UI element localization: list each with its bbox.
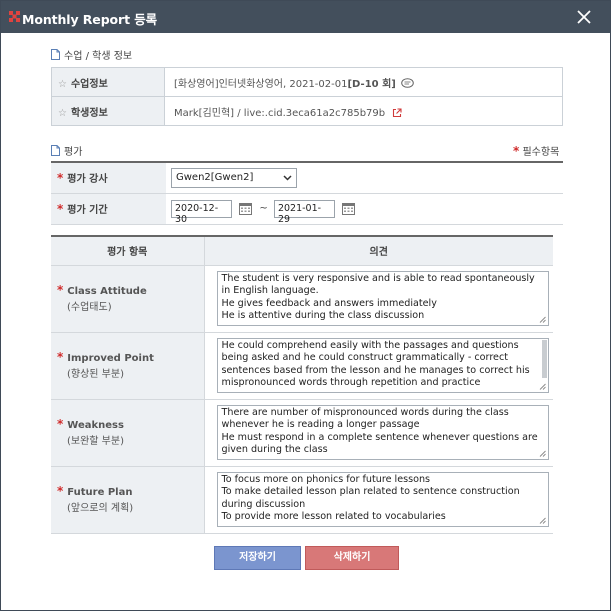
class-attitude-textarea[interactable]: The student is very responsive and is ab… — [216, 271, 549, 326]
document-icon — [51, 145, 60, 156]
eval-section-title: 평가 — [51, 143, 82, 158]
calendar-icon[interactable] — [239, 202, 253, 215]
resize-handle-icon[interactable] — [539, 517, 546, 524]
textarea-scrollbar[interactable] — [541, 340, 547, 378]
row-label-future-plan: * Future Plan (앞으로의 계획) — [51, 466, 205, 534]
required-star-icon: * — [513, 144, 520, 158]
bullet-star-icon: ☆ — [58, 107, 67, 119]
opinion-cell: To focus more on phonics for future less… — [204, 466, 553, 534]
table-row: * Class Attitude (수업태도) The student is ve… — [51, 265, 553, 333]
eval-table: * 평가 강사 Gwen2[Gwen2] * 평가 기간 2020-12-30 ~ … — [51, 161, 563, 225]
opinion-cell: There are number of mispronounced words … — [204, 399, 553, 467]
required-star-icon: * — [57, 202, 64, 216]
calendar-icon[interactable] — [342, 202, 356, 215]
teacher-cell: Gwen2[Gwen2] — [166, 162, 563, 194]
improved-point-textarea[interactable]: He could comprehend easily with the pass… — [216, 338, 549, 393]
class-info-value: [화상영어]인터넷화상영어, 2021-02-01[D-10 회] — [164, 67, 563, 97]
required-star-icon: * — [57, 483, 64, 498]
dday-badge: [D-10 회] — [347, 78, 396, 90]
table-row: * Improved Point (향상된 부분) He could compre… — [51, 332, 553, 400]
speech-bubble-icon[interactable] — [401, 78, 414, 89]
close-icon[interactable] — [575, 8, 593, 26]
save-button[interactable]: 저장하기 — [214, 546, 301, 570]
required-star-icon: * — [57, 349, 64, 364]
student-info-value: Mark[김민혁] / live:.cid.3eca61a2c785b79b — [164, 96, 563, 126]
app-logo-icon — [9, 11, 20, 22]
review-table: 평가 항목 의견 * Class Attitude (수업태도) The stud… — [51, 235, 553, 534]
student-info-label: ☆ 학생정보 — [51, 96, 165, 126]
delete-button[interactable]: 삭제하기 — [305, 546, 399, 570]
table-row: * 평가 기간 2020-12-30 ~ 2021-01-29 — [51, 193, 563, 225]
resize-handle-icon[interactable] — [539, 450, 546, 457]
period-label: * 평가 기간 — [51, 193, 166, 225]
bullet-star-icon: ☆ — [58, 78, 67, 90]
title-bar: Monthly Report 등록 — [1, 1, 610, 33]
opinion-cell: He could comprehend easily with the pass… — [204, 332, 553, 400]
document-icon — [51, 49, 60, 60]
end-date-field[interactable]: 2021-01-29 — [273, 199, 335, 225]
resize-handle-icon[interactable] — [539, 316, 546, 323]
required-star-icon: * — [57, 171, 64, 186]
required-note: * 필수항목 — [513, 144, 560, 158]
table-row: * Weakness (보완할 부분) There are number of m… — [51, 399, 553, 467]
class-section-title: 수업 / 학생 정보 — [51, 47, 132, 62]
required-star-icon: * — [57, 282, 64, 297]
row-label-improved-point: * Improved Point (향상된 부분) — [51, 332, 205, 400]
external-link-icon[interactable] — [392, 107, 402, 118]
class-info-label: ☆ 수업정보 — [51, 67, 165, 97]
class-section-label: 수업 / 학생 정보 — [64, 51, 133, 62]
header-category: 평가 항목 — [51, 236, 205, 266]
eval-section-label: 평가 — [64, 147, 83, 158]
row-label-class-attitude: * Class Attitude (수업태도) — [51, 265, 205, 333]
header-opinion: 의견 — [204, 236, 553, 266]
report-window: Monthly Report 등록 수업 / 학생 정보 ☆ 수업정보 [화상영어… — [0, 0, 611, 611]
period-cell: 2020-12-30 ~ 2021-01-29 — [166, 193, 563, 225]
weakness-textarea[interactable]: There are number of mispronounced words … — [216, 405, 549, 460]
table-row: ☆ 학생정보 Mark[김민혁] / live:.cid.3eca61a2c785… — [51, 96, 563, 126]
opinion-cell: The student is very responsive and is ab… — [204, 265, 553, 333]
required-star-icon: * — [57, 416, 64, 431]
chevron-down-icon — [283, 175, 292, 181]
class-info-table: ☆ 수업정보 [화상영어]인터넷화상영어, 2021-02-01[D-10 회] … — [51, 67, 563, 126]
teacher-label: * 평가 강사 — [51, 162, 166, 194]
period-separator: ~ — [259, 203, 268, 214]
table-row: * 평가 강사 Gwen2[Gwen2] — [51, 162, 563, 194]
table-row: ☆ 수업정보 [화상영어]인터넷화상영어, 2021-02-01[D-10 회] — [51, 67, 563, 97]
teacher-select[interactable]: Gwen2[Gwen2] — [171, 167, 297, 188]
start-date-field[interactable]: 2020-12-30 — [171, 199, 232, 225]
resize-handle-icon[interactable] — [539, 383, 546, 390]
window-title: Monthly Report 등록 — [22, 12, 158, 27]
table-header-row: 평가 항목 의견 — [51, 236, 553, 266]
table-row: * Future Plan (앞으로의 계획) To focus more on … — [51, 466, 553, 534]
future-plan-textarea[interactable]: To focus more on phonics for future less… — [216, 472, 549, 527]
row-label-weakness: * Weakness (보완할 부분) — [51, 399, 205, 467]
